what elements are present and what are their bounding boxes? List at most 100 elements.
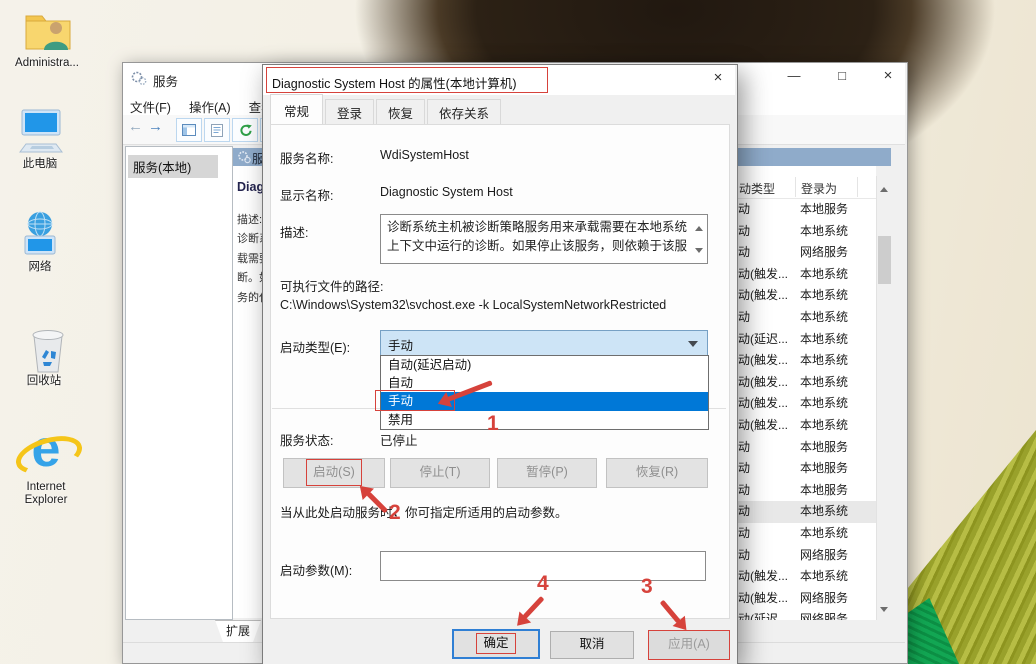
dialog-tab[interactable]: 依存关系	[427, 99, 502, 124]
show-console-tree-icon[interactable]	[176, 118, 202, 142]
tab-extended[interactable]: 扩展	[215, 620, 261, 642]
description-fragment-line: 断。如	[237, 272, 262, 285]
service-startup-type-cell: 动(触发...	[738, 590, 788, 605]
service-startup-type-cell: 动(触发...	[738, 396, 788, 411]
service-status-label: 服务状态:	[280, 434, 334, 448]
service-startup-type-cell: 动(延迟...	[738, 331, 788, 346]
service-status-value: 已停止	[380, 434, 418, 448]
minimize-button[interactable]: —	[778, 66, 810, 88]
service-startup-type-cell: 动(延迟...	[738, 612, 788, 620]
extended-panel-heading-fragment: Diagn	[237, 180, 262, 194]
pause-button[interactable]: 暂停(P)	[497, 458, 597, 488]
extended-panel-description-fragments: 描述: 诊断系载需要断。如务的任	[237, 211, 262, 308]
service-startup-type-cell: 动	[738, 482, 751, 497]
desktop-icon-internet-explorer-label: Internet Explorer	[24, 481, 68, 506]
desktop-icon-internet-explorer[interactable]: e	[11, 423, 87, 481]
service-startup-type-cell: 动(触发...	[738, 266, 788, 281]
annotation-number-1: 1	[487, 412, 499, 435]
service-startup-type-cell: 动	[738, 223, 751, 238]
internet-explorer-icon: e	[11, 423, 87, 481]
band-label-fragment: 服	[252, 152, 262, 166]
annotation-number-3: 3	[641, 575, 653, 598]
service-logon-cell: 本地服务	[800, 482, 849, 497]
properties-icon[interactable]	[204, 118, 230, 142]
service-logon-cell: 本地系统	[800, 266, 849, 281]
service-startup-type-cell: 动(触发...	[738, 353, 788, 368]
maximize-button[interactable]: □	[826, 66, 858, 88]
service-logon-cell: 本地系统	[800, 331, 849, 346]
screen: Administra... 此电脑 网络 回收站 e Internet Expl…	[0, 0, 1036, 664]
service-logon-cell: 本地系统	[800, 504, 849, 519]
forward-icon[interactable]: →	[148, 118, 163, 135]
display-name-label: 显示名称:	[280, 189, 334, 203]
administrator-folder-icon	[23, 15, 73, 58]
service-startup-type-cell: 动	[738, 504, 751, 519]
path-value: C:\Windows\System32\svchost.exe -k Local…	[280, 298, 667, 312]
annotation-rect-title	[266, 67, 548, 93]
startup-type-label: 启动类型(E):	[280, 341, 351, 355]
service-logon-cell: 本地系统	[800, 417, 849, 432]
desktop-icon-network-label: 网络	[28, 261, 52, 273]
service-startup-type-cell: 动	[738, 245, 751, 260]
description-fragment-line: 描述:	[237, 214, 262, 226]
description-scroll-up-icon[interactable]	[695, 222, 703, 231]
description-fragment-line: 诊断系	[237, 233, 262, 246]
service-logon-cell: 本地系统	[800, 396, 849, 411]
tree-item-services-local[interactable]: 服务(本地)	[128, 155, 218, 178]
service-logon-cell: 本地服务	[800, 202, 849, 216]
service-logon-cell: 本地系统	[800, 223, 849, 238]
services-close-button[interactable]: ×	[872, 66, 904, 88]
dropdown-option[interactable]: 自动(延迟启动)	[381, 356, 708, 374]
dialog-close-button[interactable]: ×	[702, 68, 734, 90]
back-icon[interactable]: ←	[128, 118, 143, 135]
service-name-label: 服务名称:	[280, 152, 334, 166]
dropdown-option[interactable]: 禁用	[381, 411, 708, 429]
service-logon-cell: 网络服务	[800, 245, 849, 260]
service-startup-type-cell: 动	[738, 309, 751, 324]
service-startup-type-cell: 动	[738, 439, 751, 454]
stop-button[interactable]: 停止(T)	[390, 458, 490, 488]
description-fragment-line: 务的任	[237, 291, 262, 304]
service-logon-cell: 本地服务	[800, 461, 849, 476]
console-tree-panel	[125, 146, 233, 620]
description-line-1: 诊断系统主机被诊断策略服务用来承载需要在本地系统	[387, 220, 688, 234]
description-label: 描述:	[280, 226, 309, 240]
description-line-2: 上下文中运行的诊断。如果停止该服务，则依赖于该服	[387, 239, 688, 253]
desktop-icon-this-pc[interactable]	[17, 106, 65, 163]
service-startup-type-cell: 动(触发...	[738, 374, 788, 389]
startup-type-selected-value: 手动	[388, 339, 414, 353]
description-fragment-line: 载需要	[237, 252, 262, 265]
service-logon-cell: 本地系统	[800, 374, 849, 389]
dialog-tab[interactable]: 恢复	[376, 99, 426, 124]
scrollbar-up-icon[interactable]	[880, 183, 888, 192]
service-startup-type-cell: 动(触发...	[738, 288, 788, 303]
service-startup-type-cell: 动	[738, 547, 751, 562]
service-startup-type-cell: 动(触发...	[738, 569, 788, 584]
path-label: 可执行文件的路径:	[280, 280, 384, 294]
service-startup-type-cell: 动	[738, 202, 751, 216]
display-name-value: Diagnostic System Host	[380, 185, 513, 199]
desktop-icon-network[interactable]	[16, 210, 64, 265]
desktop-icon-administrator[interactable]	[22, 6, 74, 59]
description-box[interactable]: 诊断系统主机被诊断策略服务用来承载需要在本地系统 上下文中运行的诊断。如果停止该…	[380, 214, 708, 264]
scrollbar-down-icon[interactable]	[880, 607, 888, 616]
service-logon-cell: 本地系统	[800, 525, 849, 540]
desktop-icon-recycle-bin-label: 回收站	[26, 375, 62, 387]
service-logon-cell: 本地服务	[800, 439, 849, 454]
resume-button[interactable]: 恢复(R)	[606, 458, 708, 488]
column-header-startup-type[interactable]: 动类型	[739, 180, 775, 197]
desktop-icon-recycle-bin[interactable]	[26, 326, 70, 379]
service-logon-cell: 本地系统	[800, 353, 849, 368]
cancel-button[interactable]: 取消	[550, 631, 634, 659]
column-separator	[795, 177, 796, 197]
services-gear-icon	[131, 70, 147, 91]
dialog-tab[interactable]: 常规	[270, 94, 324, 125]
service-startup-type-cell: 动(触发...	[738, 417, 788, 432]
description-scroll-down-icon[interactable]	[695, 248, 703, 257]
refresh-icon[interactable]	[232, 118, 258, 142]
annotation-rect-ok-button	[476, 633, 516, 654]
column-header-logon-as[interactable]: 登录为	[801, 180, 837, 197]
dialog-tab[interactable]: 登录	[325, 99, 375, 124]
scrollbar-thumb[interactable]	[878, 236, 891, 284]
startup-type-combobox[interactable]: 手动	[380, 330, 708, 357]
